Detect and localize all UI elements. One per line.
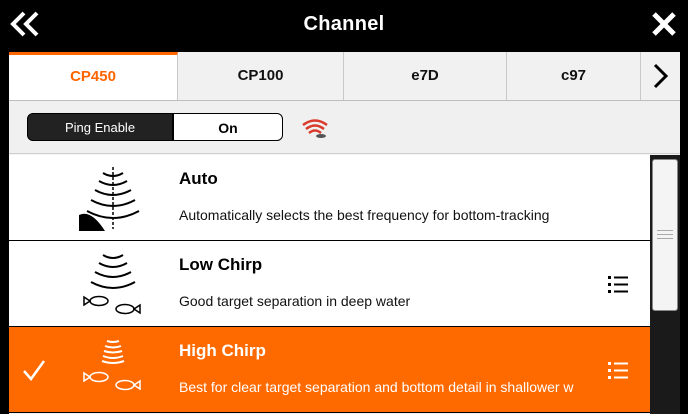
channel-title: Auto (179, 169, 218, 188)
channel-title: Low Chirp (179, 255, 263, 274)
channel-description: Best for clear target separation and bot… (179, 379, 574, 395)
title-bar: Channel (0, 0, 688, 48)
list-scrollbar[interactable] (650, 155, 680, 414)
tab-e7d[interactable]: e7D (344, 52, 507, 100)
tab-cp100[interactable]: CP100 (178, 52, 344, 100)
list-menu-icon[interactable] (607, 273, 629, 295)
scrollbar-thumb[interactable] (652, 159, 678, 311)
channel-list: Auto Automatically selects the best freq… (9, 155, 650, 414)
close-x-icon[interactable] (650, 10, 678, 38)
window-title: Channel (303, 13, 385, 35)
low-chirp-fish-icon (83, 254, 141, 315)
channel-item-auto[interactable]: Auto Automatically selects the best freq… (9, 155, 650, 241)
channel-dialog: Channel CP450 CP100 e7D c97 Ping Enable … (0, 0, 688, 414)
auto-sonar-icon (79, 167, 140, 231)
scroll-grip-line (657, 230, 673, 231)
channel-item-low-chirp[interactable]: Low Chirp Good target separation in deep… (9, 241, 650, 327)
transducer-tabs: CP450 CP100 e7D c97 (9, 52, 680, 101)
tab-c97[interactable]: c97 (507, 52, 641, 100)
ping-enable-toggle[interactable]: On (173, 113, 283, 141)
channel-panel: CP450 CP100 e7D c97 Ping Enable On Auto … (9, 52, 680, 414)
chevron-right-icon[interactable] (641, 52, 680, 100)
list-menu-icon[interactable] (607, 359, 629, 381)
ping-enable-row: Ping Enable On (9, 101, 680, 154)
scroll-grip-line (657, 238, 673, 239)
high-chirp-fish-icon (83, 340, 141, 391)
channel-item-high-chirp[interactable]: High Chirp Best for clear target separat… (9, 327, 650, 413)
channel-title: High Chirp (179, 341, 266, 360)
channel-description: Automatically selects the best frequency… (179, 207, 550, 223)
ping-enable-label: Ping Enable (27, 113, 173, 141)
scroll-grip-line (657, 234, 673, 235)
checkmark-icon (23, 360, 46, 382)
tab-cp450[interactable]: CP450 (9, 52, 178, 100)
sonar-ping-icon (302, 119, 328, 138)
channel-description: Good target separation in deep water (179, 293, 411, 309)
